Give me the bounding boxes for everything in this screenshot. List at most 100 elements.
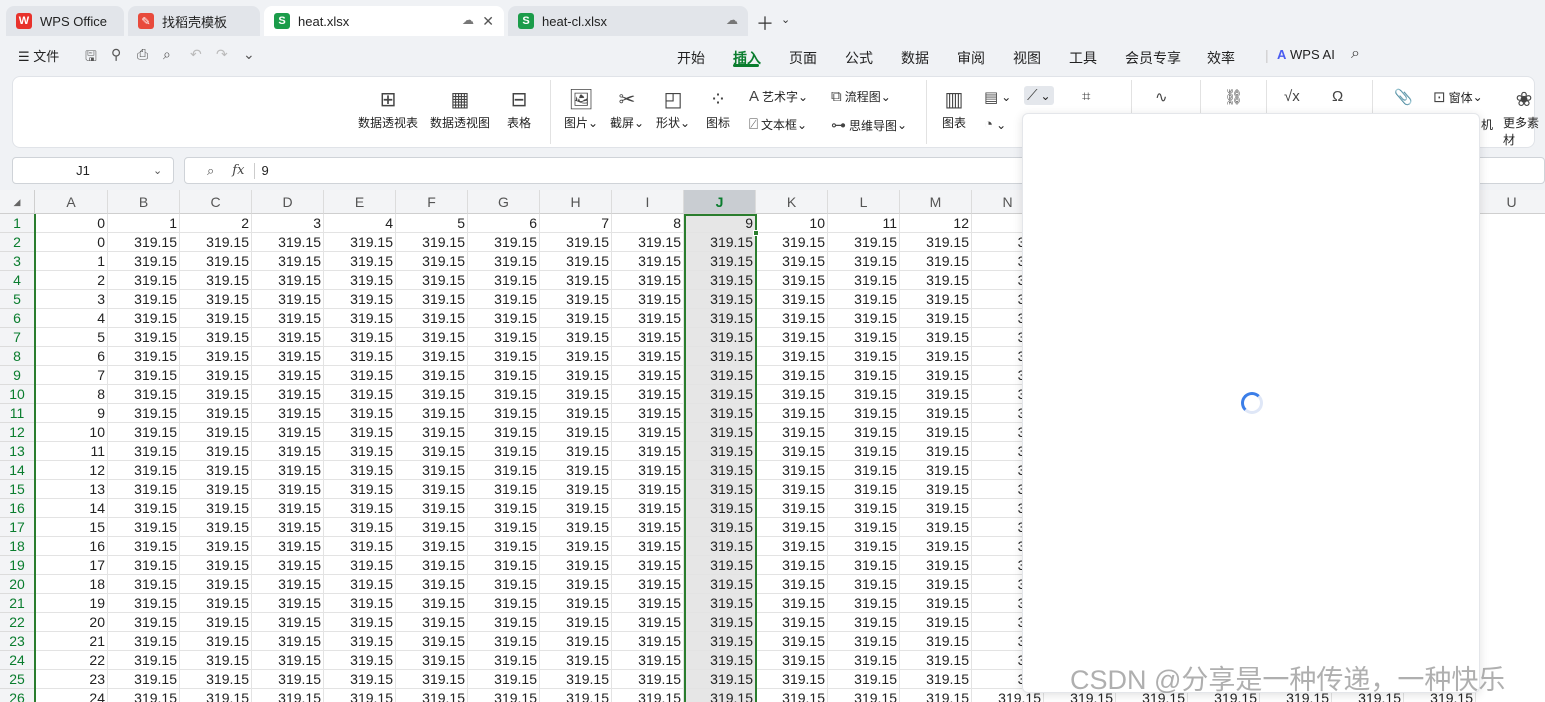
cell[interactable]: 319.15 [684,632,756,651]
cell[interactable]: 319.15 [468,347,540,366]
cell[interactable]: 319.15 [468,670,540,689]
column-chart-button[interactable]: ▤ ⌄ [984,88,1011,106]
cell[interactable]: 319.15 [396,518,468,537]
new-tab-icon[interactable]: ＋ [756,10,774,36]
cell[interactable]: 319.15 [612,670,684,689]
cell[interactable]: 319.15 [252,271,324,290]
cell[interactable]: 319.15 [180,404,252,423]
cell[interactable]: 319.15 [468,594,540,613]
cell[interactable]: 319.15 [612,613,684,632]
row-header[interactable]: 18 [0,537,35,556]
cell[interactable]: 319.15 [324,518,396,537]
cell[interactable]: 319.15 [252,290,324,309]
screenshot-button[interactable]: ✂ 截屏⌄ [610,86,644,131]
cell[interactable]: 319.15 [252,670,324,689]
cell[interactable]: 319.15 [252,404,324,423]
cell[interactable]: 319.15 [828,309,900,328]
cell[interactable]: 319.15 [180,613,252,632]
fill-handle[interactable] [753,230,759,236]
cell[interactable]: 319.15 [828,689,900,702]
cell[interactable]: 10 [35,423,108,442]
cell[interactable]: 319.15 [900,689,972,702]
cell[interactable]: 319.15 [684,575,756,594]
pivot-table-button[interactable]: ⊞ 数据透视表 [358,86,418,131]
cell[interactable]: 319.15 [612,480,684,499]
column-header-a[interactable]: A [35,190,108,214]
cell[interactable]: 22 [35,651,108,670]
cell[interactable]: 319.15 [540,632,612,651]
cell[interactable]: 319.15 [540,271,612,290]
cell[interactable]: 319.15 [108,537,180,556]
cell[interactable]: 319.15 [252,651,324,670]
cell[interactable]: 319.15 [540,499,612,518]
cell[interactable]: 319.15 [324,613,396,632]
cell[interactable]: 319.15 [540,594,612,613]
cell[interactable]: 319.15 [900,556,972,575]
cell[interactable]: 319.15 [324,271,396,290]
cell[interactable]: 319.15 [540,233,612,252]
row-header[interactable]: 23 [0,632,35,651]
cell[interactable]: 319.15 [900,651,972,670]
cell[interactable]: 319.15 [900,442,972,461]
cell[interactable]: 319.15 [252,347,324,366]
cell[interactable]: 319.15 [684,385,756,404]
column-header-k[interactable]: K [756,190,828,214]
cell[interactable]: 23 [35,670,108,689]
cell[interactable]: 319.15 [468,480,540,499]
cell[interactable]: 319.15 [756,442,828,461]
cell[interactable]: 319.15 [108,271,180,290]
cell[interactable]: 319.15 [252,385,324,404]
cell[interactable]: 319.15 [108,309,180,328]
file-menu[interactable]: ☰ 文件 [18,46,59,65]
cell[interactable]: 319.15 [252,689,324,702]
cell[interactable]: 319.15 [252,461,324,480]
cell[interactable]: 319.15 [252,632,324,651]
cell[interactable]: 8 [612,214,684,233]
cell[interactable]: 319.15 [900,480,972,499]
cloud-icon[interactable]: ☁ [462,13,474,27]
cell[interactable]: 319.15 [180,233,252,252]
chevron-down-icon[interactable]: ⌄ [781,13,790,26]
column-header-c[interactable]: C [180,190,252,214]
cell[interactable]: 319.15 [828,670,900,689]
cloud-icon[interactable]: ☁ [726,13,738,27]
row-header[interactable]: 2 [0,233,35,252]
cell[interactable]: 319.15 [252,537,324,556]
row-header[interactable]: 13 [0,442,35,461]
cell[interactable]: 319.15 [180,651,252,670]
cell[interactable]: 319.15 [396,480,468,499]
cell[interactable]: 319.15 [900,404,972,423]
cell[interactable]: 319.15 [756,594,828,613]
cell[interactable]: 319.15 [612,233,684,252]
cell[interactable]: 319.15 [828,252,900,271]
cell[interactable]: 12 [35,461,108,480]
cell[interactable]: 19 [35,594,108,613]
cell[interactable]: 319.15 [252,518,324,537]
cell[interactable]: 319.15 [684,233,756,252]
cell[interactable]: 319.15 [900,594,972,613]
flowchart-button[interactable]: ⧉ 流程图 ⌄ [831,88,891,105]
cell[interactable]: 319.15 [900,670,972,689]
cell[interactable]: 319.15 [684,651,756,670]
row-header[interactable]: 10 [0,385,35,404]
cell[interactable]: 319.15 [684,670,756,689]
cell[interactable]: 319.15 [684,366,756,385]
cell[interactable]: 14 [35,499,108,518]
cell[interactable]: 319.15 [252,480,324,499]
stat-chart-button[interactable]: ⌗ [1082,88,1093,105]
cell[interactable]: 319.15 [324,233,396,252]
cell[interactable]: 319.15 [108,366,180,385]
cell[interactable]: 319.15 [756,461,828,480]
cell[interactable]: 319.15 [756,613,828,632]
cell[interactable]: 319.15 [684,347,756,366]
cell[interactable]: 319.15 [396,290,468,309]
menu-efficiency[interactable]: 效率 [1207,48,1235,68]
row-header[interactable]: 11 [0,404,35,423]
symbol-button[interactable]: Ω [1332,88,1346,105]
cell[interactable]: 319.15 [828,385,900,404]
cell[interactable]: 319.15 [108,328,180,347]
close-icon[interactable]: ✕ [482,13,494,30]
cell[interactable]: 319.15 [756,556,828,575]
cell[interactable]: 319.15 [900,423,972,442]
cell[interactable]: 319.15 [828,537,900,556]
